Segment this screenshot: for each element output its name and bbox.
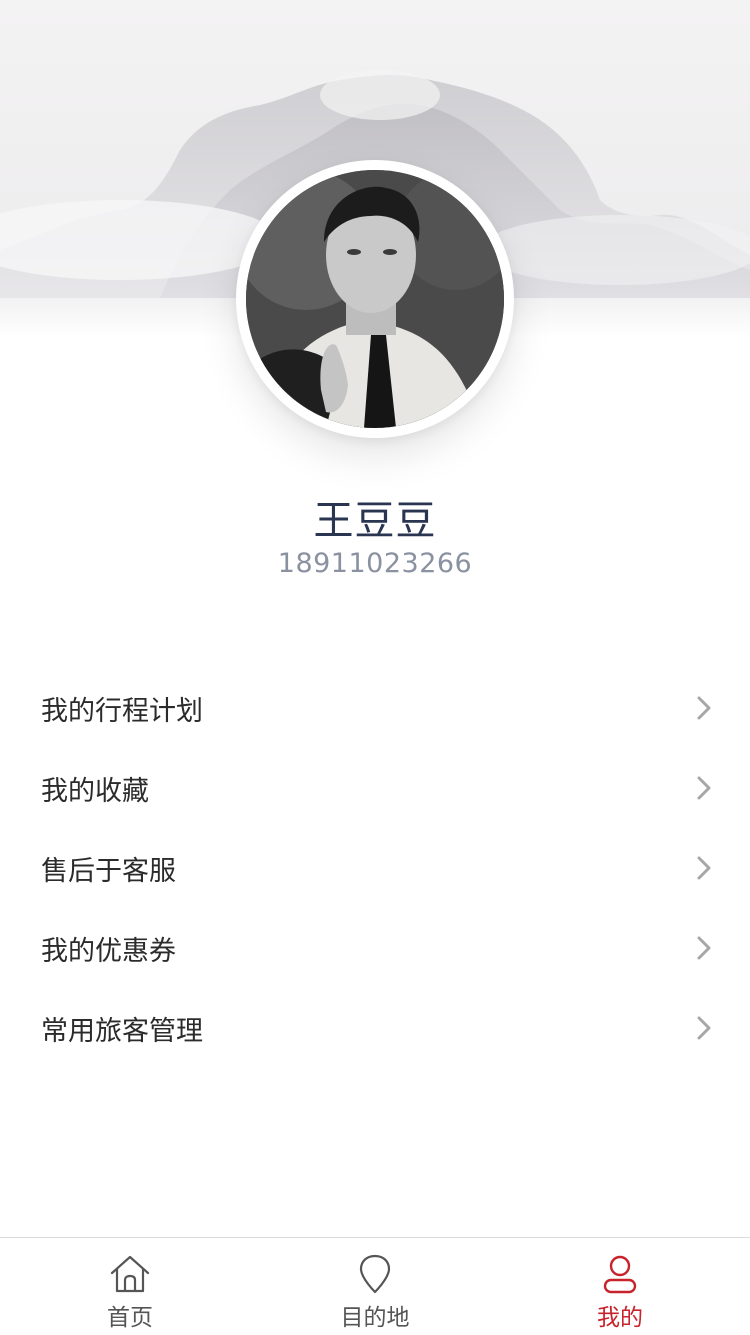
- menu-item-label: 常用旅客管理: [41, 1015, 203, 1047]
- menu-item-label: 我的优惠券: [41, 935, 176, 967]
- location-pin-icon: [359, 1254, 391, 1294]
- home-icon: [110, 1255, 150, 1293]
- menu-item-label: 我的行程计划: [41, 695, 203, 727]
- chevron-right-icon: [697, 696, 711, 720]
- menu-item-customer-service[interactable]: 售后于客服: [0, 828, 750, 908]
- user-name: 王豆豆: [313, 498, 437, 544]
- chevron-right-icon: [697, 856, 711, 880]
- chevron-right-icon: [697, 936, 711, 960]
- tab-home[interactable]: 首页: [5, 1238, 255, 1335]
- tab-label: 目的地: [340, 1305, 410, 1331]
- menu-item-frequent-travelers[interactable]: 常用旅客管理: [0, 988, 750, 1068]
- tab-label: 首页: [107, 1305, 153, 1331]
- chevron-right-icon: [697, 776, 711, 800]
- tab-mine[interactable]: 我的: [495, 1238, 745, 1335]
- user-phone: 18911023266: [277, 548, 473, 579]
- chevron-right-icon: [697, 1016, 711, 1040]
- user-icon: [603, 1255, 637, 1294]
- tab-destinations[interactable]: 目的地: [250, 1238, 500, 1335]
- menu-item-favorites[interactable]: 我的收藏: [0, 748, 750, 828]
- tab-label: 我的: [597, 1305, 643, 1331]
- menu-item-label: 售后于客服: [41, 855, 176, 887]
- profile-menu: 我的行程计划 我的收藏 售后于客服 我的优惠券 常用旅客管理: [0, 668, 750, 1068]
- bottom-tab-bar: 首页 目的地 我的: [0, 1237, 750, 1335]
- menu-item-trip-plans[interactable]: 我的行程计划: [0, 668, 750, 748]
- avatar[interactable]: [236, 160, 514, 438]
- avatar-photo: [246, 170, 504, 428]
- menu-item-label: 我的收藏: [41, 775, 149, 807]
- menu-item-coupons[interactable]: 我的优惠券: [0, 908, 750, 988]
